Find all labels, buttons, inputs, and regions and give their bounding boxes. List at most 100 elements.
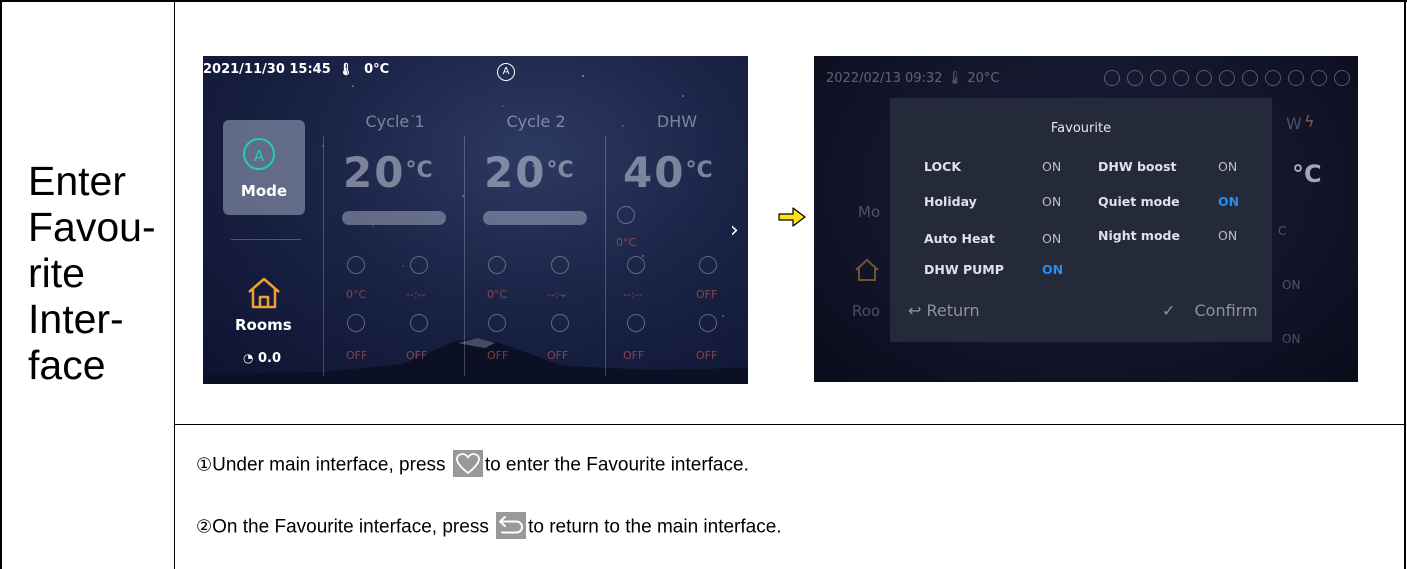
status-value: OFF xyxy=(696,288,718,301)
schedule-icon xyxy=(699,256,717,274)
column-divider xyxy=(464,136,465,376)
cycle2-slider[interactable] xyxy=(483,211,587,225)
favourite-interface-screenshot: 2022/02/13 09:32 🌡 20°C Mo Roo W ϟ °C C … xyxy=(814,56,1358,382)
status-icon xyxy=(1150,69,1166,86)
gauge-icon xyxy=(617,206,635,224)
fav-item-auto-heat[interactable]: Auto Heat xyxy=(924,231,995,246)
datetime: 2021/11/30 15:45 xyxy=(203,62,331,77)
temp-value: 20 xyxy=(343,148,406,197)
mode-button[interactable]: A Mode xyxy=(223,120,305,215)
column-divider xyxy=(605,136,606,376)
fav-value-quiet-mode[interactable]: ON xyxy=(1218,194,1239,209)
table-row-divider xyxy=(174,424,1406,425)
next-page-arrow[interactable]: › xyxy=(730,218,739,243)
status-bar: 2022/02/13 09:32 🌡 20°C xyxy=(826,71,999,86)
table-border-top xyxy=(0,0,1407,2)
fav-item-lock[interactable]: LOCK xyxy=(924,159,961,174)
fav-value-holiday[interactable]: ON xyxy=(1042,194,1061,209)
confirm-label: Confirm xyxy=(1194,301,1258,320)
bg-unit: C xyxy=(1278,224,1287,238)
temp-value: 40 xyxy=(623,148,686,197)
status-icons xyxy=(1104,69,1357,87)
cycle1-temp: 20°C xyxy=(343,148,433,197)
fav-value-dhw-pump[interactable]: ON xyxy=(1042,262,1063,277)
status-value: --:-- xyxy=(547,288,567,301)
status-value: OFF xyxy=(406,349,428,362)
status-value: OFF xyxy=(547,349,569,362)
fav-item-dhw-boost[interactable]: DHW boost xyxy=(1098,159,1177,174)
instruction-text: to return to the main interface. xyxy=(528,516,782,538)
schedule-icon xyxy=(347,314,365,332)
meter-row: ◔ 0.0 xyxy=(243,351,281,366)
instruction-text: to enter the Favourite interface. xyxy=(484,454,749,476)
status-icon xyxy=(1104,69,1120,86)
auto-mode-icon: A xyxy=(243,138,275,170)
thermometer-icon: 🌡 xyxy=(946,71,964,86)
house-icon[interactable] xyxy=(246,276,282,310)
status-value: 0°C xyxy=(346,288,367,301)
favourite-dialog: Favourite LOCK ON DHW boost ON Holiday O… xyxy=(890,98,1272,342)
thermometer-icon: 🌡 xyxy=(338,62,354,76)
instruction-text: On the Favourite interface, press xyxy=(212,516,489,538)
status-value: OFF xyxy=(487,349,509,362)
temp-unit: °C xyxy=(685,158,713,183)
lightning-icon: ϟ xyxy=(1304,112,1315,131)
datetime: 2022/02/13 09:32 xyxy=(826,71,943,86)
status-icon xyxy=(1173,69,1189,86)
fav-item-night-mode[interactable]: Night mode xyxy=(1098,228,1180,243)
fav-item-holiday[interactable]: Holiday xyxy=(924,194,977,209)
row-label-line: Inter- xyxy=(28,296,124,342)
fav-item-dhw-pump[interactable]: DHW PUMP xyxy=(924,262,1004,277)
eco-icon xyxy=(551,314,569,332)
status-value: OFF xyxy=(696,349,718,362)
step-number: ① xyxy=(196,454,213,476)
row-label-line: Enter xyxy=(28,158,126,204)
fav-value-auto-heat[interactable]: ON xyxy=(1042,231,1061,246)
fav-value-lock[interactable]: ON xyxy=(1042,159,1061,174)
table-column-divider xyxy=(174,0,175,569)
timer-icon xyxy=(627,256,645,274)
status-icon xyxy=(1242,69,1258,86)
bg-dhw-label: W xyxy=(1286,114,1302,133)
status-value: OFF xyxy=(623,349,645,362)
status-icon xyxy=(1265,69,1281,86)
return-button[interactable]: ↩ Return xyxy=(908,301,980,320)
rooms-label[interactable]: Rooms xyxy=(235,316,292,334)
status-value: --:-- xyxy=(623,288,643,301)
bg-status: ON xyxy=(1282,278,1301,292)
column-divider xyxy=(323,136,324,376)
instruction-step-1: ①Under main interface, press to enter th… xyxy=(196,450,749,479)
dhw-sub-temp: 0°C xyxy=(616,236,637,249)
instruction-step-2: ②On the Favourite interface, press to re… xyxy=(196,512,782,541)
eco-icon xyxy=(410,314,428,332)
return-icon xyxy=(496,512,527,539)
column-title-dhw: DHW xyxy=(656,112,698,131)
meter-value: 0.0 xyxy=(258,351,282,366)
schedule-icon xyxy=(488,314,506,332)
status-icon xyxy=(1219,69,1235,86)
gauge-icon: ◔ xyxy=(243,351,254,365)
next-step-arrow-icon xyxy=(778,207,806,227)
bg-mode-label: Mo xyxy=(858,203,881,221)
confirm-button[interactable]: ✓ Confirm xyxy=(1162,301,1258,320)
bg-temp-unit: °C xyxy=(1292,160,1322,188)
temp-unit: °C xyxy=(546,158,574,183)
outdoor-temp: 0°C xyxy=(364,62,390,77)
status-icon xyxy=(1288,69,1304,86)
dialog-title: Favourite xyxy=(1050,121,1112,136)
mode-label: Mode xyxy=(240,182,288,200)
status-icon xyxy=(1196,69,1212,86)
gauge-icon xyxy=(347,256,365,274)
cycle1-slider[interactable] xyxy=(342,211,446,225)
table-border-right xyxy=(1404,0,1406,569)
fav-value-night-mode[interactable]: ON xyxy=(1218,228,1237,243)
fav-item-quiet-mode[interactable]: Quiet mode xyxy=(1098,194,1180,209)
fav-value-dhw-boost[interactable]: ON xyxy=(1218,159,1237,174)
timer-icon xyxy=(410,256,428,274)
instruction-text: Under main interface, press xyxy=(212,454,446,476)
divider xyxy=(231,239,301,240)
status-value: 0°C xyxy=(487,288,508,301)
status-value: --:-- xyxy=(406,288,426,301)
disinfect-icon xyxy=(699,314,717,332)
temp-unit: °C xyxy=(405,158,433,183)
